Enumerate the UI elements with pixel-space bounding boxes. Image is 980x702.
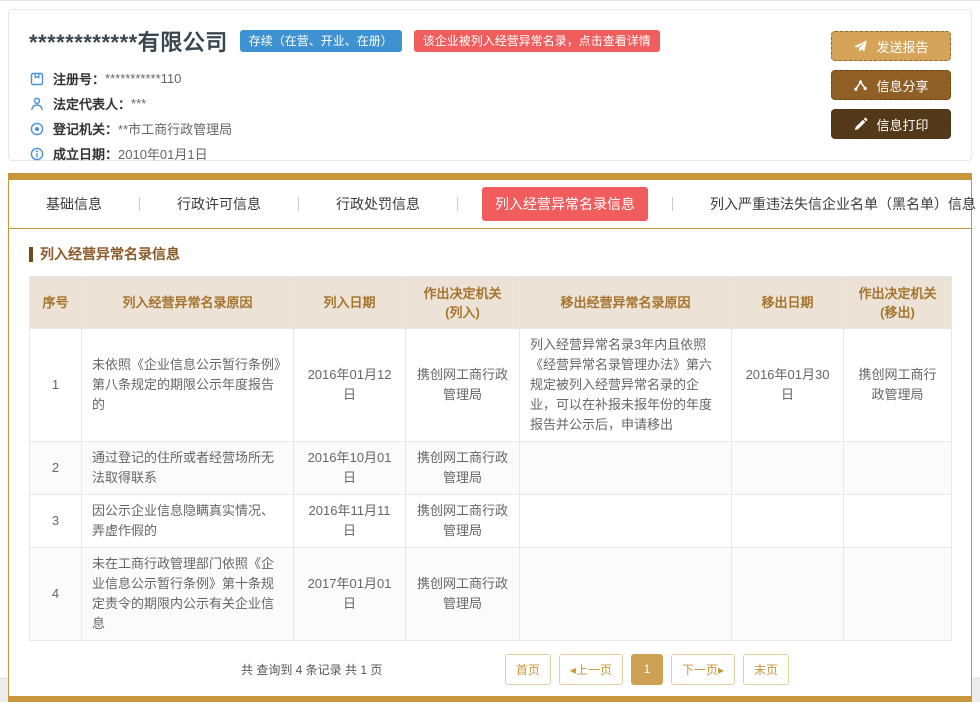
last-page-button[interactable]: 末页 [743, 654, 789, 685]
records-summary: 共 查询到 4 条记录 共 1 页 [241, 661, 382, 678]
table-cell: 2017年01月01日 [294, 548, 406, 641]
company-name: ************有限公司 [29, 25, 228, 57]
company-summary-card: ************有限公司 存续（在营、开业、在册） 该企业被列入经营异常… [8, 9, 972, 161]
tab-separator [457, 197, 458, 211]
section-title-text: 列入经营异常名录信息 [40, 244, 180, 264]
tab-separator [298, 197, 299, 211]
table-cell: 4 [30, 548, 82, 641]
status-badge: 存续（在营、开业、在册） [240, 30, 402, 52]
column-header: 移出经营异常名录原因 [520, 277, 732, 329]
info-value: **市工商行政管理局 [118, 119, 232, 138]
table-cell: 携创网工商行政管理局 [406, 442, 520, 495]
table-cell: 列入经营异常名录3年内且依照《经营异常名录管理办法》第六规定被列入经营异常名录的… [520, 329, 732, 442]
table-cell [844, 495, 952, 548]
tab-admin-license[interactable]: 行政许可信息 [164, 187, 274, 221]
action-button-label: 发送报告 [876, 37, 928, 56]
section-title-bar [29, 247, 33, 262]
table-cell [520, 548, 732, 641]
table-cell: 2016年01月12日 [294, 329, 406, 442]
pagination-buttons: 首页 ◂上一页 1 下一页▸ 末页 [505, 654, 789, 685]
person-icon [29, 96, 45, 112]
column-header: 作出决定机关(移出) [844, 277, 952, 329]
tab-admin-penalty[interactable]: 行政处罚信息 [323, 187, 433, 221]
first-page-button[interactable]: 首页 [505, 654, 551, 685]
table-cell: 2016年10月01日 [294, 442, 406, 495]
tab-basic-info[interactable]: 基础信息 [33, 187, 115, 221]
table-row: 2通过登记的住所或者经营场所无法取得联系2016年10月01日携创网工商行政管理… [30, 442, 952, 495]
table-cell [844, 442, 952, 495]
tab-separator [139, 197, 140, 211]
info-label: 成立日期： [53, 144, 118, 163]
table-cell: 通过登记的住所或者经营场所无法取得联系 [82, 442, 294, 495]
table-cell: 携创网工商行政管理局 [406, 495, 520, 548]
share-nodes-icon [853, 78, 868, 93]
table-row: 1未依照《企业信息公示暂行条例》第八条规定的期限公示年度报告的2016年01月1… [30, 329, 952, 442]
page: ************有限公司 存续（在营、开业、在册） 该企业被列入经营异常… [0, 0, 980, 677]
info-label: 登记机关： [53, 119, 118, 138]
table-row: 4未在工商行政管理部门依照《企业信息公示暂行条例》第十条规定责令的期限内公示有关… [30, 548, 952, 641]
tab-blacklist[interactable]: 列入严重违法失信企业名单（黑名单）信息 [697, 187, 980, 221]
table-cell: 2 [30, 442, 82, 495]
info-value: *** [131, 96, 146, 111]
table-cell: 1 [30, 329, 82, 442]
table-cell [844, 548, 952, 641]
table-cell: 携创网工商行政管理局 [406, 329, 520, 442]
page-1-button[interactable]: 1 [631, 654, 663, 685]
table-row: 3因公示企业信息隐瞒真实情况、弄虚作假的2016年11月11日携创网工商行政管理… [30, 495, 952, 548]
table-cell: 携创网工商行政管理局 [844, 329, 952, 442]
company-info-row: 登记机关：**市工商行政管理局 [29, 116, 951, 141]
column-header: 作出决定机关(列入) [406, 277, 520, 329]
table-cell [520, 442, 732, 495]
abnormal-records-table: 序号列入经营异常名录原因列入日期作出决定机关(列入)移出经营异常名录原因移出日期… [29, 276, 952, 641]
info-label: 注册号： [53, 69, 105, 88]
table-cell [732, 442, 844, 495]
action-buttons: 发送报告信息分享信息打印 [831, 31, 951, 139]
company-title-row: ************有限公司 存续（在营、开业、在册） 该企业被列入经营异常… [29, 25, 951, 57]
abnormal-warning-badge[interactable]: 该企业被列入经营异常名录，点击查看详情 [414, 30, 660, 52]
info-value: 2010年01月1日 [118, 144, 208, 163]
table-cell: 携创网工商行政管理局 [406, 548, 520, 641]
send-report-button[interactable]: 发送报告 [831, 31, 951, 61]
prev-page-button[interactable]: ◂上一页 [559, 654, 623, 685]
table-cell: 因公示企业信息隐瞒真实情况、弄虚作假的 [82, 495, 294, 548]
company-info-row: 注册号：***********110 [29, 66, 951, 91]
info-label: 法定代表人： [53, 94, 131, 113]
column-header: 列入日期 [294, 277, 406, 329]
certificate-icon [29, 71, 45, 87]
table-cell: 2016年11月11日 [294, 495, 406, 548]
detail-panel: 基础信息行政许可信息行政处罚信息列入经营异常名录信息列入严重违法失信企业名单（黑… [8, 173, 972, 702]
table-header-row: 序号列入经营异常名录原因列入日期作出决定机关(列入)移出经营异常名录原因移出日期… [30, 277, 952, 329]
tab-bar: 基础信息行政许可信息行政处罚信息列入经营异常名录信息列入严重违法失信企业名单（黑… [9, 180, 971, 229]
info-circle-icon [29, 146, 45, 162]
info-value: ***********110 [105, 71, 181, 86]
table-cell [732, 548, 844, 641]
pencil-icon [853, 117, 868, 132]
table-cell [520, 495, 732, 548]
section-title: 列入经营异常名录信息 [29, 244, 951, 264]
table-cell: 3 [30, 495, 82, 548]
share-info-button[interactable]: 信息分享 [831, 70, 951, 100]
location-icon [29, 121, 45, 137]
print-info-button[interactable]: 信息打印 [831, 109, 951, 139]
company-info-row: 法定代表人：*** [29, 91, 951, 116]
tab-separator [672, 197, 673, 211]
company-info-row: 成立日期：2010年01月1日 [29, 141, 951, 166]
company-info-list: 注册号：***********110法定代表人：***登记机关：**市工商行政管… [29, 66, 951, 166]
tab-abnormal-list[interactable]: 列入经营异常名录信息 [482, 187, 648, 221]
next-page-button[interactable]: 下一页▸ [671, 654, 735, 685]
table-cell: 未在工商行政管理部门依照《企业信息公示暂行条例》第十条规定责令的期限内公示有关企… [82, 548, 294, 641]
action-button-label: 信息分享 [876, 76, 928, 95]
table-cell: 2016年01月30日 [732, 329, 844, 442]
column-header: 序号 [30, 277, 82, 329]
column-header: 列入经营异常名录原因 [82, 277, 294, 329]
column-header: 移出日期 [732, 277, 844, 329]
table-cell [732, 495, 844, 548]
table-cell: 未依照《企业信息公示暂行条例》第八条规定的期限公示年度报告的 [82, 329, 294, 442]
panel-body: 列入经营异常名录信息 序号列入经营异常名录原因列入日期作出决定机关(列入)移出经… [9, 229, 971, 696]
action-button-label: 信息打印 [876, 115, 928, 134]
pagination-row: 共 查询到 4 条记录 共 1 页 首页 ◂上一页 1 下一页▸ 末页 [29, 654, 951, 684]
paper-plane-icon [853, 39, 868, 54]
